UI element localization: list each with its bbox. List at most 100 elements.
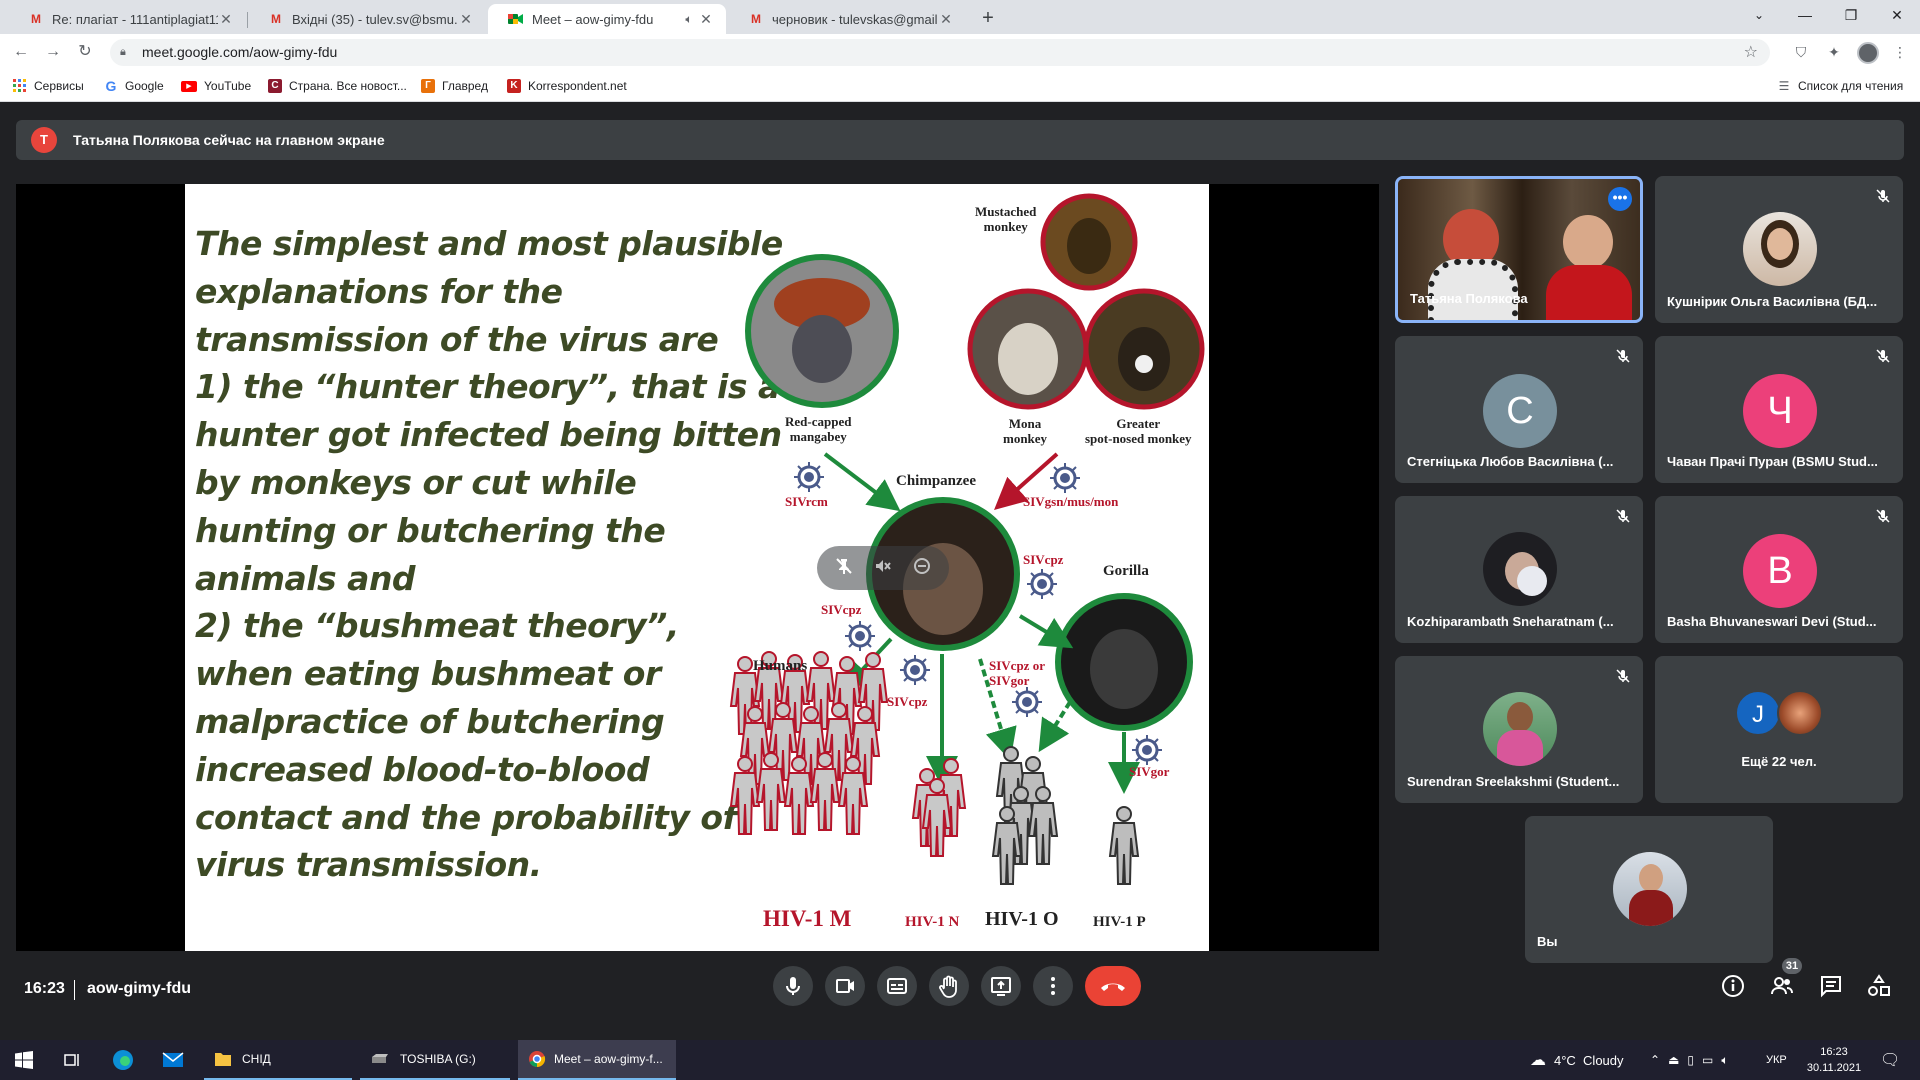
- start-button[interactable]: [12, 1040, 36, 1080]
- tab-gmail-draft[interactable]: M черновик - tulevskas@gmail.com ✕: [728, 4, 966, 34]
- new-tab-button[interactable]: +: [976, 6, 1000, 30]
- bookmark-glavred[interactable]: Г Главред: [421, 76, 488, 96]
- notifications-icon[interactable]: 🗨︎: [1880, 1040, 1900, 1080]
- red-capped-mangabey-image: [745, 254, 899, 408]
- activities-button[interactable]: [1866, 973, 1892, 999]
- bookmark-youtube[interactable]: ▶ YouTube: [181, 76, 251, 96]
- taskbar-app-snid[interactable]: СНІД: [204, 1040, 352, 1080]
- present-screen-button[interactable]: [981, 966, 1021, 1006]
- bookmark-star-icon[interactable]: ☆: [1744, 39, 1758, 66]
- address-bar[interactable]: 🔒︎ meet.google.com/aow-gimy-fdu ☆: [110, 39, 1770, 66]
- close-window-button[interactable]: ✕: [1874, 0, 1920, 30]
- edge-button[interactable]: [110, 1040, 136, 1080]
- activities-icon: [1868, 974, 1890, 996]
- participant-tile-presenter[interactable]: ••• Татьяна Полякова: [1395, 176, 1643, 323]
- reading-list[interactable]: ☰ Список для чтения: [1777, 76, 1904, 96]
- bookmark-korrespondent[interactable]: K Korrespondent.net: [507, 76, 627, 96]
- shield-extension-icon[interactable]: ⛉: [1791, 42, 1811, 62]
- more-options-button[interactable]: [1033, 966, 1073, 1006]
- extensions-puzzle-icon[interactable]: ✦: [1824, 42, 1844, 62]
- label-sivrcm: SIVrcm: [785, 494, 828, 509]
- bookmarks-bar: Сервисы G Google ▶ YouTube С Страна. Все…: [0, 70, 1920, 102]
- present-icon: [991, 977, 1011, 996]
- label-sivgor: SIVgor: [1129, 764, 1170, 779]
- tab-gmail-plagiat[interactable]: M Re: плагіат - 111antiplagiat1111@ ✕: [8, 4, 246, 34]
- meet-app: Т Татьяна Полякова сейчас на главном экр…: [0, 102, 1920, 1040]
- leave-call-button[interactable]: [1085, 966, 1141, 1006]
- participant-tile[interactable]: Ч Чаван Прачі Пуран (BSMU Stud...: [1655, 336, 1903, 483]
- presentation-pin-controls: [817, 546, 949, 590]
- participant-tile[interactable]: B Basha Bhuvaneswari Devi (Stud...: [1655, 496, 1903, 643]
- remove-icon[interactable]: [913, 557, 931, 580]
- tab-search-button[interactable]: ⌄: [1736, 0, 1782, 30]
- meeting-time: 16:23: [24, 980, 65, 997]
- more-options-icon[interactable]: •••: [1608, 187, 1632, 211]
- browser-menu-icon[interactable]: ⋮: [1890, 42, 1910, 62]
- minimize-button[interactable]: —: [1782, 0, 1828, 30]
- tray-network-icon[interactable]: ▭: [1702, 1053, 1721, 1067]
- meeting-details-button[interactable]: [1720, 973, 1746, 999]
- close-tab-icon[interactable]: ✕: [938, 11, 954, 28]
- taskbar-app-toshiba[interactable]: TOSHIBA (G:): [360, 1040, 510, 1080]
- unpin-icon[interactable]: [835, 557, 853, 580]
- participant-tile[interactable]: Кушнірик Ольга Василівна (БД...: [1655, 176, 1903, 323]
- bookmark-services[interactable]: Сервисы: [13, 76, 84, 96]
- tray-chevron-icon[interactable]: ⌃: [1650, 1053, 1668, 1067]
- tray-usb-icon[interactable]: ⏏: [1668, 1053, 1687, 1067]
- system-clock[interactable]: 16:23 30.11.2021: [1806, 1044, 1862, 1076]
- mic-off-icon: [1616, 509, 1630, 523]
- presentation-stage[interactable]: The simplest and most plausible explanat…: [16, 184, 1379, 951]
- participant-tile[interactable]: Kozhiparambath Sneharatnam (...: [1395, 496, 1643, 643]
- participant-avatar: J: [1735, 690, 1781, 736]
- participant-photo: [1777, 690, 1823, 736]
- reload-button[interactable]: ↻: [75, 42, 95, 62]
- tab-gmail-inbox[interactable]: M Вхідні (35) - tulev.sv@bsmu.edu. ✕: [248, 4, 486, 34]
- participant-tile[interactable]: Surendran Sreelakshmi (Student...: [1395, 656, 1643, 803]
- task-view-button[interactable]: [60, 1040, 84, 1080]
- language-indicator[interactable]: УКР: [1766, 1040, 1787, 1080]
- mail-button[interactable]: [160, 1040, 186, 1080]
- tab-audio-icon[interactable]: 🔈︎: [680, 12, 698, 27]
- more-participants-tile[interactable]: J Ещё 22 чел.: [1655, 656, 1903, 803]
- korrespondent-icon: K: [507, 79, 521, 93]
- camera-button[interactable]: [825, 966, 865, 1006]
- profile-avatar[interactable]: [1857, 42, 1879, 64]
- banner-text: Татьяна Полякова сейчас на главном экран…: [73, 132, 385, 148]
- tray-volume-icon[interactable]: 🔈︎: [1721, 1053, 1736, 1068]
- presenter-avatar: Т: [31, 127, 57, 153]
- captions-button[interactable]: [877, 966, 917, 1006]
- back-button[interactable]: ←: [11, 42, 31, 62]
- close-tab-icon[interactable]: ✕: [218, 11, 234, 28]
- microphone-button[interactable]: [773, 966, 813, 1006]
- chat-button[interactable]: [1818, 973, 1844, 999]
- close-tab-icon[interactable]: ✕: [698, 11, 714, 28]
- windows-icon: [15, 1051, 33, 1069]
- bookmark-google[interactable]: G Google: [104, 76, 164, 96]
- mic-off-icon: [1616, 669, 1630, 683]
- close-tab-icon[interactable]: ✕: [458, 11, 474, 28]
- presentation-slide: The simplest and most plausible explanat…: [185, 184, 1209, 951]
- tab-strip: M Re: плагіат - 111antiplagiat1111@ ✕ M …: [0, 0, 1920, 34]
- people-button[interactable]: [1769, 973, 1795, 999]
- self-tile[interactable]: Вы: [1525, 816, 1773, 963]
- restore-button[interactable]: ❐: [1828, 0, 1874, 30]
- forward-button[interactable]: →: [43, 42, 63, 62]
- tray-battery-icon[interactable]: ▯: [1687, 1053, 1702, 1067]
- label-greater-spot-nosed-monkey: Greater spot-nosed monkey: [1085, 416, 1192, 446]
- gmail-icon: M: [271, 12, 281, 26]
- label-gorilla: Gorilla: [1103, 563, 1149, 579]
- hand-icon: [939, 975, 957, 998]
- weather-widget[interactable]: ☁ 4°C Cloudy: [1530, 1040, 1624, 1080]
- bookmark-strana[interactable]: С Страна. Все новост...: [268, 76, 407, 96]
- mute-speaker-icon[interactable]: [874, 557, 892, 580]
- label-sivcpz-or-sivgor: SIVcpz or SIVgor: [989, 658, 1045, 688]
- taskbar-app-chrome[interactable]: Meet – aow-gimy-f...: [518, 1040, 676, 1080]
- participant-tile[interactable]: С Стегніцька Любов Василівна (...: [1395, 336, 1643, 483]
- raise-hand-button[interactable]: [929, 966, 969, 1006]
- meet-icon: [508, 13, 524, 25]
- label-sivcpz-gorilla: SIVcpz: [1023, 552, 1064, 567]
- system-tray-icons[interactable]: ⌃ ⏏ ▯ ▭ 🔈︎: [1650, 1040, 1737, 1080]
- apps-grid-icon: [13, 79, 27, 93]
- label-chimpanzee: Chimpanzee: [896, 473, 976, 489]
- tab-meet[interactable]: Meet – aow-gimy-fdu 🔈︎ ✕: [488, 4, 726, 34]
